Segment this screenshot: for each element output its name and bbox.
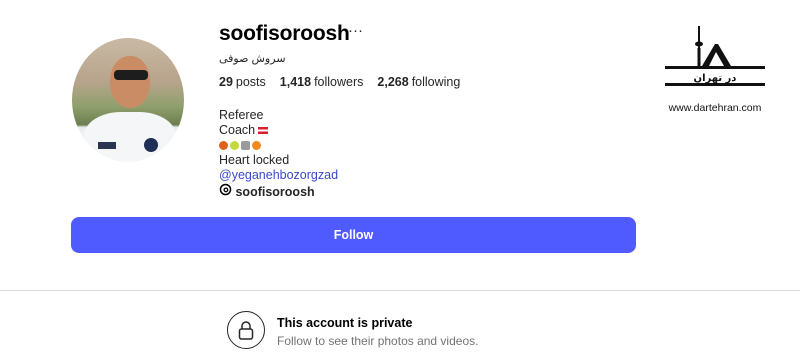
threads-handle: soofisoroosh xyxy=(235,185,315,199)
bio-emoji-line xyxy=(219,138,338,153)
posts-label: posts xyxy=(235,75,266,89)
bio-line-referee: Referee xyxy=(219,108,264,122)
profile-full-name: سروش صوفی xyxy=(219,53,286,65)
speech-bubble-emoji-icon xyxy=(241,141,250,151)
posts-stat: 29 posts xyxy=(219,75,266,89)
private-account-title: This account is private xyxy=(277,316,413,330)
avatar-face xyxy=(110,56,150,108)
followers-count: 1,418 xyxy=(279,75,312,89)
avatar-shirt xyxy=(84,112,176,162)
following-stat[interactable]: 2,268 following xyxy=(377,75,460,89)
fox-emoji-icon xyxy=(252,141,261,151)
lock-icon xyxy=(227,311,265,349)
bio-mention-link[interactable]: @yeganehbozorgzad xyxy=(219,168,338,183)
threads-icon xyxy=(219,183,232,196)
dartehran-watermark: در تهران www.dartehran.com xyxy=(660,26,770,121)
avatar-shirt-tag xyxy=(98,142,116,149)
profile-bio: Referee Coach Heart locked @yeganehbozor… xyxy=(219,108,338,200)
section-divider xyxy=(0,290,800,291)
following-count: 2,268 xyxy=(377,75,409,89)
followers-stat[interactable]: 1,418 followers xyxy=(280,75,364,89)
profile-avatar xyxy=(72,38,184,162)
profile-username: soofisoroosh xyxy=(219,22,350,45)
private-account-subtitle: Follow to see their photos and videos. xyxy=(277,334,479,348)
threads-link[interactable]: soofisoroosh xyxy=(219,183,338,200)
posts-count: 29 xyxy=(219,75,233,89)
avatar-sunglasses xyxy=(114,70,148,80)
following-label: following xyxy=(411,75,461,89)
avatar-shirt-badge xyxy=(144,138,158,152)
dartehran-logo-text: در تهران xyxy=(694,73,737,84)
dartehran-logo: در تهران xyxy=(665,26,765,86)
profile-stats: 29 posts 1,418 followers 2,268 following xyxy=(219,75,460,89)
bio-line-heart-locked: Heart locked xyxy=(219,153,290,167)
austria-flag-icon xyxy=(258,127,269,135)
tennis-ball-emoji-icon xyxy=(230,141,239,151)
follow-button[interactable]: Follow xyxy=(71,217,636,253)
bio-coach-text: Coach xyxy=(219,123,256,137)
basketball-emoji-icon xyxy=(219,141,228,151)
followers-label: followers xyxy=(314,75,364,89)
bio-line-coach: Coach xyxy=(219,123,338,138)
more-options-icon[interactable]: ··· xyxy=(348,22,363,39)
watermark-url: www.dartehran.com xyxy=(668,102,762,114)
